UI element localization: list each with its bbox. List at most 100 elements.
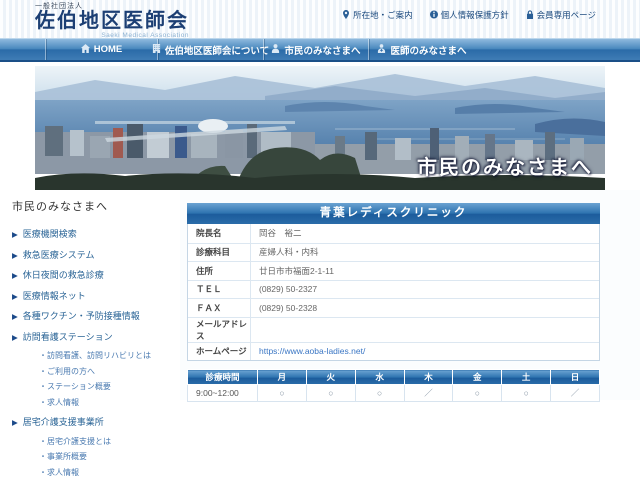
clinic-field-label: 診療科目 <box>188 246 250 258</box>
schedule-table: 診療時間月火水木金土日 9:00~12:00○○○／○○／ <box>187 369 600 402</box>
schedule-mark-cell: ／ <box>551 385 600 402</box>
clinic-field-label: 住所 <box>188 265 250 277</box>
sidebar-heading: 市民のみなさまへ <box>12 198 174 214</box>
site-logo[interactable]: 一般社団法人 佐伯地区医師会 Saeki Medical Association <box>35 1 189 39</box>
schedule-mark-cell: ／ <box>404 385 453 402</box>
sidebar-menu: 市民のみなさまへ ▶ 医療機関検索 ▶ 救急医療システム ▶ 休日夜間の救急診療 ▶ 医療情報… <box>0 190 180 400</box>
clinic-field-label: ＦＡＸ <box>188 302 250 314</box>
doctor-icon <box>377 44 386 56</box>
utility-link-label: 会員専用ページ <box>537 9 596 21</box>
sidebar-item-label: 救急医療システム <box>23 248 95 261</box>
hero-image: 市民のみなさまへ <box>35 66 605 190</box>
nav-spacer <box>0 39 45 60</box>
sidebar-item[interactable]: ▶ 居宅介護支援事業所 <box>12 415 174 428</box>
person-icon <box>271 44 280 56</box>
clinic-field-row: 住所廿日市市福面2-1-11 <box>188 261 599 280</box>
nav-item-2[interactable]: 市民のみなさまへ <box>263 39 368 60</box>
utility-link-info[interactable]: 個人情報保護方針 <box>430 9 509 21</box>
home-icon <box>81 44 90 56</box>
sidebar-subitem[interactable]: ・ご利用の方へ <box>39 366 174 377</box>
clinic-field-label: 院長名 <box>188 227 250 239</box>
clinic-field-label: メールアドレス <box>188 318 250 342</box>
sidebar-item[interactable]: ▶ 休日夜間の救急診療 <box>12 268 174 281</box>
nav-item-label: 市民のみなさまへ <box>284 43 360 57</box>
sidebar-item[interactable]: ▶ 医療機関検索 <box>12 227 174 240</box>
schedule-time-cell: 9:00~12:00 <box>188 385 258 402</box>
clinic-field-row: 診療科目産婦人科・内科 <box>188 243 599 262</box>
info-icon <box>430 10 438 21</box>
schedule-mark-cell: ○ <box>258 385 307 402</box>
triangle-right-icon: ▶ <box>12 418 18 427</box>
schedule-header-cell: 土 <box>502 370 551 385</box>
nav-item-1[interactable]: 佐伯地区医師会について <box>157 39 263 60</box>
nav-item-label: HOME <box>94 44 123 55</box>
sidebar-subitem[interactable]: ・ステーション概要 <box>39 381 174 392</box>
nav-item-3[interactable]: 医師のみなさまへ <box>368 39 475 60</box>
clinic-field-value: 岡谷 裕二 <box>250 224 599 243</box>
clinic-field-value: 産婦人科・内科 <box>250 244 599 262</box>
page-content: 市民のみなさまへ ▶ 医療機関検索 ▶ 救急医療システム ▶ 休日夜間の救急診療 ▶ 医療情報… <box>0 190 640 400</box>
clinic-field-value: (0829) 50-2327 <box>250 281 599 299</box>
sidebar-item-label: 医療情報ネット <box>23 289 86 302</box>
clinic-field-value: 廿日市市福面2-1-11 <box>250 262 599 280</box>
schedule-header-cell: 火 <box>306 370 355 385</box>
triangle-right-icon: ▶ <box>12 312 18 321</box>
nav-item-label: 医師のみなさまへ <box>390 43 466 57</box>
sidebar-item[interactable]: ▶ 医療情報ネット <box>12 289 174 302</box>
clinic-field-value: (0829) 50-2328 <box>250 299 599 317</box>
triangle-right-icon: ▶ <box>12 292 18 301</box>
schedule-header-cell: 木 <box>404 370 453 385</box>
clinic-field-row: ＴＥＬ(0829) 50-2327 <box>188 280 599 299</box>
triangle-right-icon: ▶ <box>12 251 18 260</box>
main-panel: 青葉レディスクリニック 院長名岡谷 裕二診療科目産婦人科・内科住所廿日市市福面2… <box>180 190 640 400</box>
map-pin-icon <box>342 10 350 21</box>
site-header: 一般社団法人 佐伯地区医師会 Saeki Medical Association… <box>0 0 640 38</box>
nav-filler <box>475 39 640 60</box>
sidebar-item[interactable]: ▶ 訪問看護ステーション <box>12 330 174 343</box>
triangle-right-icon: ▶ <box>12 230 18 239</box>
sidebar-list: ▶ 医療機関検索 ▶ 救急医療システム ▶ 休日夜間の救急診療 ▶ 医療情報ネット ▶ 各種ワクチ… <box>12 227 174 478</box>
sidebar-item-label: 各種ワクチン・予防接種情報 <box>23 309 140 322</box>
schedule-header-cell: 金 <box>453 370 502 385</box>
clinic-field-label: ＴＥＬ <box>188 283 250 295</box>
sidebar-item[interactable]: ▶ 各種ワクチン・予防接種情報 <box>12 309 174 322</box>
sidebar-subitem[interactable]: ・求人情報 <box>39 467 174 478</box>
schedule-header-cell: 水 <box>355 370 404 385</box>
schedule-header-row: 診療時間月火水木金土日 <box>188 370 600 385</box>
lock-icon <box>526 10 534 21</box>
schedule-header-cell: 月 <box>258 370 307 385</box>
utility-link-label: 所在地・ご案内 <box>353 9 413 21</box>
clinic-field-value-link[interactable]: https://www.aoba-ladies.net/ <box>250 343 599 361</box>
clinic-title-bar: 青葉レディスクリニック <box>187 203 600 224</box>
sidebar-item-label: 休日夜間の救急診療 <box>23 268 104 281</box>
building-icon <box>152 44 161 56</box>
sidebar-subitem[interactable]: ・求人情報 <box>39 397 174 408</box>
utility-link-label: 個人情報保護方針 <box>441 9 509 21</box>
triangle-right-icon: ▶ <box>12 271 18 280</box>
triangle-right-icon: ▶ <box>12 333 18 342</box>
sidebar-item[interactable]: ▶ 救急医療システム <box>12 248 174 261</box>
utility-links: 所在地・ご案内 個人情報保護方針 会員専用ページ <box>342 9 596 21</box>
main-nav: HOME 佐伯地区医師会について 市民のみなさまへ 医師のみなさまへ <box>0 38 640 62</box>
clinic-field-label: ホームページ <box>188 345 250 357</box>
clinic-info-table: 院長名岡谷 裕二診療科目産婦人科・内科住所廿日市市福面2-1-11ＴＥＬ(082… <box>187 224 600 361</box>
clinic-field-row: 院長名岡谷 裕二 <box>188 224 599 243</box>
schedule-header-cell: 日 <box>551 370 600 385</box>
sidebar-item-label: 居宅介護支援事業所 <box>23 415 104 428</box>
nav-item-label: 佐伯地区医師会について <box>165 43 269 57</box>
clinic-field-row: ＦＡＸ(0829) 50-2328 <box>188 298 599 317</box>
utility-link-map-pin[interactable]: 所在地・ご案内 <box>342 9 413 21</box>
utility-link-lock[interactable]: 会員専用ページ <box>526 9 596 21</box>
schedule-mark-cell: ○ <box>502 385 551 402</box>
site-title: 佐伯地区医師会 <box>35 11 189 32</box>
sidebar-item-label: 医療機関検索 <box>23 227 77 240</box>
schedule-header-cell: 診療時間 <box>188 370 258 385</box>
sidebar-item-label: 訪問看護ステーション <box>23 330 113 343</box>
sidebar-subitem[interactable]: ・居宅介護支援とは <box>39 436 174 447</box>
sidebar-subitem[interactable]: ・事業所概要 <box>39 451 174 462</box>
nav-item-home[interactable]: HOME <box>45 39 157 60</box>
clinic-field-row: メールアドレス <box>188 317 599 342</box>
hero-caption: 市民のみなさまへ <box>417 151 593 180</box>
sidebar-subitem[interactable]: ・訪問看護、訪問リハビリとは <box>39 350 174 361</box>
schedule-mark-cell: ○ <box>306 385 355 402</box>
